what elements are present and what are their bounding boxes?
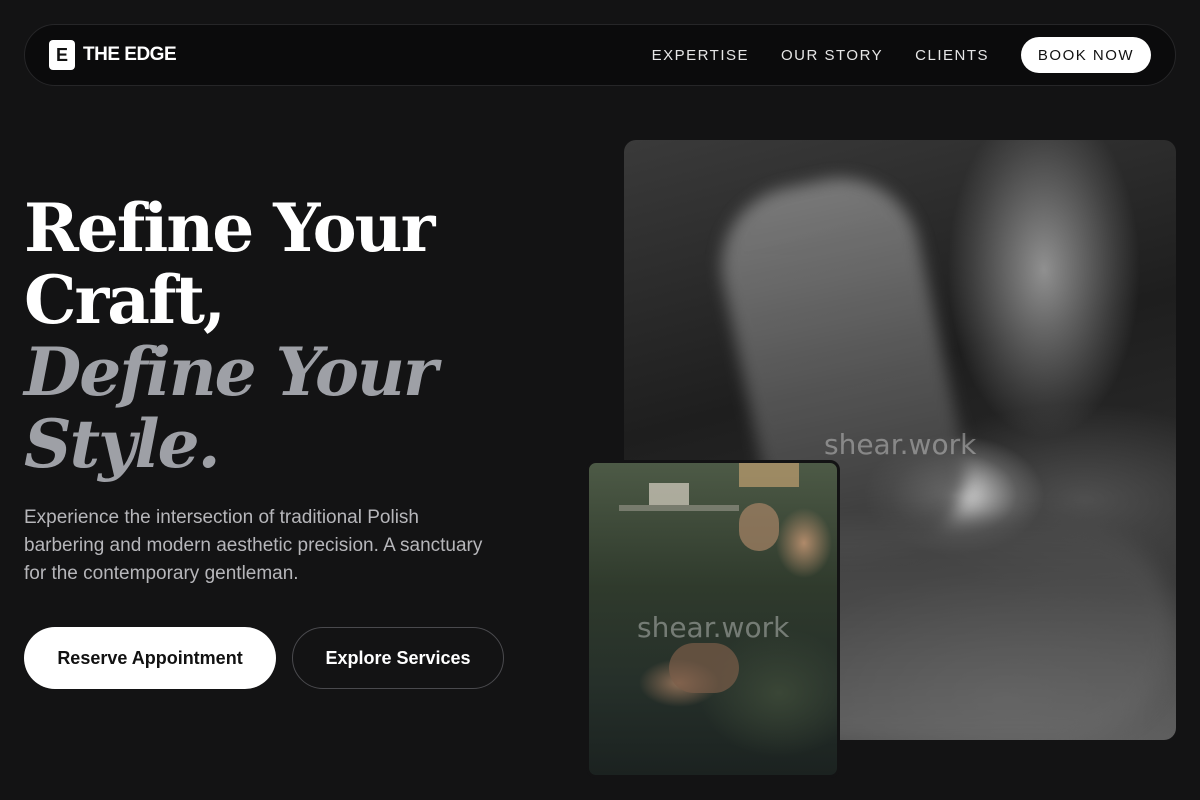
explore-services-button[interactable]: Explore Services [292,627,504,689]
photo-barber-head [739,503,779,551]
reserve-appointment-button[interactable]: Reserve Appointment [24,627,276,689]
photo-device [649,483,689,505]
photo-shelf [619,505,739,511]
book-now-button[interactable]: BOOK NOW [1021,37,1151,73]
brand-mark-icon: E [49,40,75,70]
top-navbar: E THE EDGE EXPERTISE OUR STORY CLIENTS B… [24,24,1176,86]
nav-link-our-story[interactable]: OUR STORY [781,47,883,64]
hero-headline: Refine Your Craft, Define Your Style. [24,189,438,483]
headline-line-2: Craft, [24,261,226,339]
photo-watermark-large: shear.work [824,428,977,461]
headline-line-3: Define Your [24,333,438,411]
headline-line-4: Style. [24,405,221,483]
brand-logo[interactable]: E THE EDGE [49,40,177,70]
brand-name: THE EDGE [83,44,177,65]
nav-links: EXPERTISE OUR STORY CLIENTS BOOK NOW [652,37,1151,73]
hero-lead-text: Experience the intersection of tradition… [24,507,483,584]
photo-client-head [669,643,739,693]
hero-photo-barber: shear.work [586,460,840,778]
photo-watermark-small: shear.work [637,611,790,644]
headline-line-1: Refine Your [24,189,435,267]
nav-link-clients[interactable]: CLIENTS [915,47,989,64]
photo-frame [739,463,799,487]
nav-link-expertise[interactable]: EXPERTISE [652,47,749,64]
page: E THE EDGE EXPERTISE OUR STORY CLIENTS B… [0,0,1200,800]
